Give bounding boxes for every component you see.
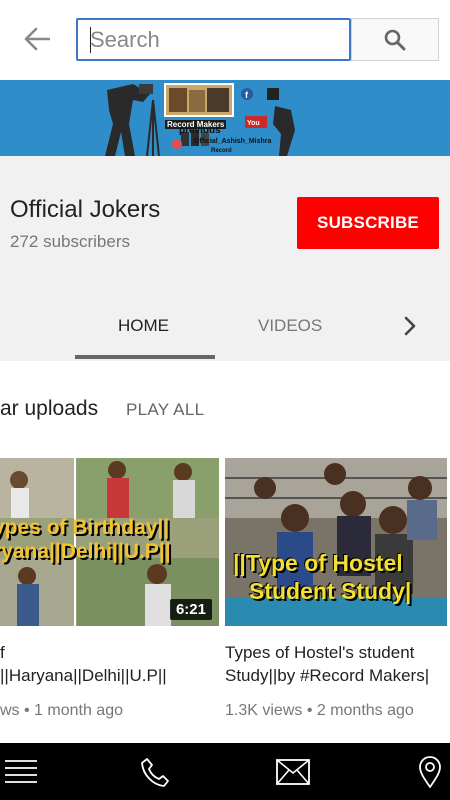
- channel-tabs: HOME VIDEOS: [0, 296, 450, 361]
- video-title-line-2[interactable]: ||Haryana||Delhi||U.P||: [0, 664, 190, 687]
- section-title: ar uploads: [0, 397, 99, 420]
- svg-text:You: You: [247, 120, 260, 127]
- text-cursor: [90, 27, 91, 53]
- menu-icon: [5, 760, 37, 783]
- banner-sub: Record: [211, 148, 232, 154]
- active-tab-indicator: [75, 355, 215, 359]
- magnifier-icon: [384, 29, 406, 50]
- play-all-button[interactable]: PLAY ALL: [126, 400, 204, 420]
- search-input[interactable]: [76, 18, 351, 61]
- bottom-nav-bar: [0, 743, 450, 800]
- video-thumbnail[interactable]: ypes of Birthday|| ryana||Delhi||U.P|| 6…: [0, 458, 219, 626]
- subscribe-button[interactable]: SUBSCRIBE: [297, 197, 439, 249]
- video-title-line-1[interactable]: f: [0, 641, 190, 664]
- chevron-right-icon: [404, 316, 416, 336]
- call-button[interactable]: [137, 755, 173, 789]
- search-button[interactable]: [351, 18, 439, 61]
- video-meta: 1.3K views • 2 months ago: [225, 702, 414, 719]
- channel-header: Official Jokers 272 subscribers SUBSCRIB…: [0, 156, 450, 361]
- phone-icon: [141, 758, 169, 787]
- thumbnail-title-line-2: ryana||Delhi||U.P||: [0, 540, 171, 563]
- channel-name: Official Jokers: [10, 196, 161, 223]
- video-card[interactable]: ||Type of Hostel Student Study| Types of…: [225, 458, 447, 719]
- menu-button[interactable]: [3, 755, 39, 789]
- channel-banner: f You Record Makers previous Official_As…: [0, 80, 450, 156]
- location-pin-icon: [419, 756, 441, 788]
- video-card[interactable]: ypes of Birthday|| ryana||Delhi||U.P|| 6…: [0, 458, 219, 719]
- video-duration: 6:21: [169, 599, 212, 620]
- thumbnail-title-line-1: ||Type of Hostel: [233, 550, 403, 576]
- subscriber-count: 272 subscribers: [10, 232, 131, 251]
- thumbnail-title-line-2: Student Study|: [249, 578, 412, 604]
- back-button[interactable]: [22, 24, 52, 54]
- video-title-line-1[interactable]: Types of Hostel's student: [225, 641, 450, 664]
- tabs-scroll-right-button[interactable]: [398, 312, 422, 340]
- banner-previous-text: previous: [179, 125, 221, 136]
- banner-handle: Official_Ashish_Mishra: [194, 138, 272, 145]
- location-button[interactable]: [412, 755, 448, 789]
- video-thumbnail[interactable]: ||Type of Hostel Student Study|: [225, 458, 447, 626]
- arrow-left-icon: [24, 27, 50, 51]
- email-button[interactable]: [275, 755, 311, 789]
- mail-icon: [276, 759, 310, 785]
- thumbnail-title-line-1: ypes of Birthday||: [0, 516, 170, 539]
- tab-videos[interactable]: VIDEOS: [258, 316, 322, 336]
- video-meta: ws • 1 month ago: [0, 702, 123, 719]
- top-search-bar: [0, 0, 450, 80]
- tab-home[interactable]: HOME: [118, 316, 169, 336]
- video-title-line-2[interactable]: Study||by #Record Makers|: [225, 664, 450, 687]
